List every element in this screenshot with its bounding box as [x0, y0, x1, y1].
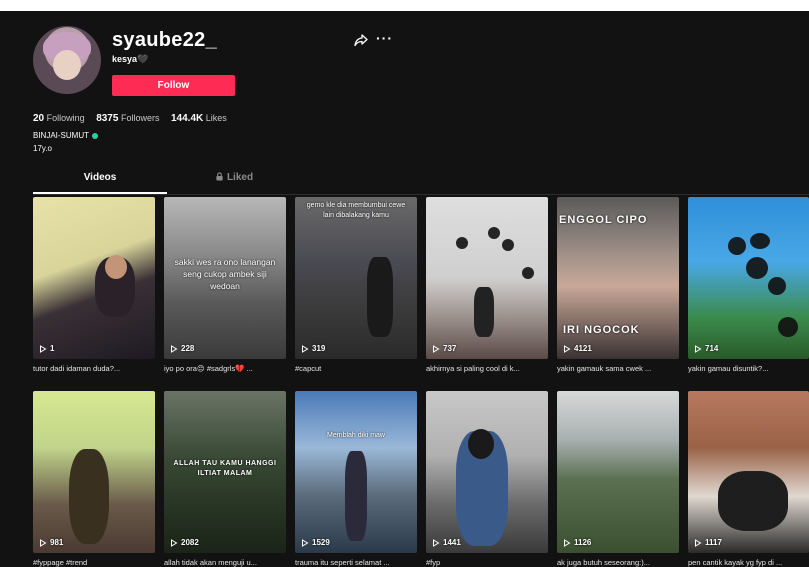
- video-card[interactable]: 1: [33, 197, 155, 359]
- bio-location: BINJAI-SUMUT: [33, 131, 98, 140]
- video-card[interactable]: gemo kle dia membumbui cewe lain dibalak…: [295, 197, 417, 359]
- video-card[interactable]: 1126: [557, 391, 679, 553]
- video-card[interactable]: ENGGOL CIPO IRI NGOCOK 4121: [557, 197, 679, 359]
- likes-label: Likes: [205, 113, 227, 123]
- view-count: 737: [432, 344, 456, 353]
- video-caption[interactable]: #fyp: [426, 558, 548, 567]
- nickname: kesya🖤: [112, 54, 149, 64]
- more-options-icon[interactable]: ···: [376, 30, 393, 46]
- following-label[interactable]: Following: [47, 113, 85, 123]
- video-overlay-text: sakki wes ra ono lanangan seng cukop amb…: [174, 257, 276, 291]
- play-icon: [171, 344, 178, 353]
- video-caption[interactable]: tutor dadi idaman duda?...: [33, 364, 155, 373]
- view-count: 2082: [170, 538, 199, 547]
- play-icon: [302, 538, 309, 547]
- video-caption[interactable]: pen cantik kayak yg fyp di ...: [688, 558, 809, 567]
- video-card[interactable]: 714: [688, 197, 809, 359]
- video-caption[interactable]: ak juga butuh seseorang:)...: [557, 558, 679, 567]
- green-dot-icon: [92, 132, 98, 139]
- play-icon: [564, 538, 571, 547]
- video-card[interactable]: 981: [33, 391, 155, 553]
- video-card[interactable]: 1117: [688, 391, 809, 553]
- play-icon: [40, 538, 47, 547]
- video-caption[interactable]: allah tidak akan menguji u...: [164, 558, 286, 567]
- follow-button[interactable]: Follow: [112, 75, 235, 96]
- followers-count: 8375: [96, 113, 119, 124]
- tab-liked[interactable]: Liked: [167, 172, 301, 192]
- profile-stats: 20 Following 8375 Followers 144.4K Likes: [33, 113, 236, 124]
- likes-count: 144.4K: [170, 113, 204, 124]
- username: syaube22_: [112, 29, 217, 51]
- play-icon: [302, 344, 309, 353]
- video-caption[interactable]: yakin gamauk sama cwek ...: [557, 364, 679, 373]
- play-icon: [433, 538, 440, 547]
- video-card[interactable]: 737: [426, 197, 548, 359]
- view-count: 319: [301, 344, 325, 353]
- view-count: 1: [39, 344, 54, 353]
- lock-icon: [216, 172, 223, 181]
- avatar[interactable]: [33, 26, 101, 94]
- view-count: 1126: [563, 538, 591, 547]
- view-count: 4121: [563, 344, 592, 353]
- view-count: 714: [694, 344, 718, 353]
- video-caption[interactable]: trauma itu seperti selamat ...: [295, 558, 417, 567]
- video-caption[interactable]: akhirnya si paling cool di k...: [426, 364, 548, 373]
- video-card[interactable]: Memblah diki maw 1529: [295, 391, 417, 553]
- following-count: 20: [33, 113, 45, 124]
- view-count: 1529: [301, 538, 330, 547]
- play-icon: [564, 344, 571, 353]
- play-icon: [40, 344, 47, 353]
- profile-page: syaube22_ kesya🖤 Follow ··· 20 Following…: [0, 0, 809, 567]
- view-count: 228: [170, 344, 194, 353]
- bio-age: 17y.o: [33, 144, 52, 153]
- video-caption[interactable]: yakin gamau disuntik?...: [688, 364, 809, 373]
- video-card[interactable]: ALLAH TAU KAMU HANGGI ILTIAT MALAM 2082: [164, 391, 286, 553]
- video-caption[interactable]: #capcut: [295, 364, 417, 373]
- video-overlay-text: ALLAH TAU KAMU HANGGI ILTIAT MALAM: [173, 460, 277, 477]
- video-overlay-text: gemo kle dia membumbui cewe lain dibalak…: [306, 202, 406, 219]
- tab-divider: [33, 194, 809, 195]
- video-caption[interactable]: iyo po ora😔 #sadgrls💔 ...: [164, 364, 286, 373]
- video-overlay-text-bottom: IRI NGOCOK: [563, 324, 640, 336]
- view-count: 1117: [694, 538, 722, 547]
- followers-label[interactable]: Followers: [121, 113, 160, 123]
- play-icon: [695, 344, 702, 353]
- video-overlay-text: Memblah diki maw: [327, 432, 385, 439]
- video-overlay-text: ENGGOL CIPO: [559, 214, 648, 226]
- view-count: 1441: [432, 538, 461, 547]
- top-strip: [0, 0, 809, 11]
- video-card[interactable]: 1441: [426, 391, 548, 553]
- play-icon: [433, 344, 440, 353]
- video-caption[interactable]: #fyppage #trend: [33, 558, 155, 567]
- play-icon: [695, 538, 702, 547]
- play-icon: [171, 538, 178, 547]
- tab-videos[interactable]: Videos: [33, 172, 167, 192]
- video-card[interactable]: sakki wes ra ono lanangan seng cukop amb…: [164, 197, 286, 359]
- view-count: 981: [39, 538, 63, 547]
- share-icon[interactable]: [354, 33, 368, 47]
